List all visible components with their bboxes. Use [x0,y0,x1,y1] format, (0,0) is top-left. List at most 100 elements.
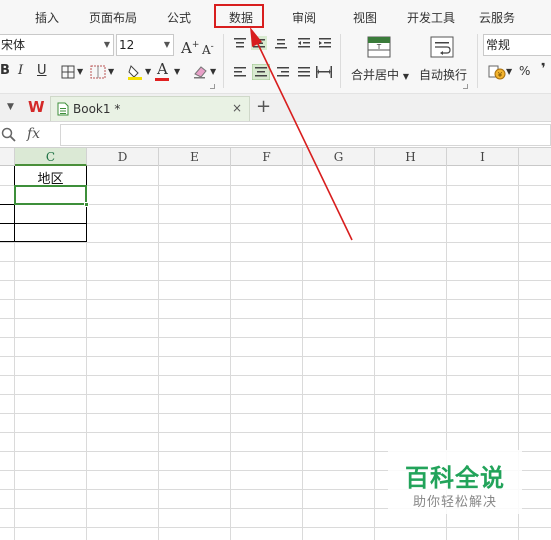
column-header-h[interactable]: H [375,148,447,166]
fill-handle[interactable] [84,202,89,207]
align-middle-icon[interactable] [251,36,267,50]
wps-logo-icon[interactable]: W [28,98,45,116]
increase-indent-icon[interactable] [318,37,332,49]
menu-bar: 插入 页面布局 公式 数据 审阅 视图 开发工具 云服务 [0,0,551,32]
document-tab-bar: ▼ W Book1 * × + [0,94,551,122]
menu-review[interactable]: 审阅 [292,9,316,26]
gridline [0,356,551,357]
column-header-f[interactable]: F [231,148,303,166]
menu-cloud-service[interactable]: 云服务 [479,9,515,26]
chevron-down-icon[interactable]: ▼ [174,64,180,80]
tab-book1-label: Book1 * [73,102,121,116]
ribbon-divider [340,34,341,88]
merge-center-button[interactable]: 合并居中 ▼ [351,66,409,83]
new-tab-button[interactable]: + [256,96,271,117]
gridline [0,337,551,338]
menu-insert[interactable]: 插入 [35,9,59,26]
wrap-text-button[interactable]: 自动换行 [419,66,467,83]
ribbon-divider [223,34,224,88]
chevron-down-icon: ▼ [103,40,110,49]
chevron-down-icon: ▼ [163,40,170,49]
menu-developer[interactable]: 开发工具 [407,9,455,26]
shrink-font-button[interactable]: A- [202,39,214,58]
chevron-down-icon[interactable]: ▼ [145,64,151,80]
fx-button[interactable]: fx [27,126,40,142]
italic-button[interactable]: I [18,63,23,79]
percent-style-button[interactable]: % [519,63,530,79]
gridline [0,527,551,528]
underline-button[interactable]: U [37,63,47,79]
font-color-button[interactable]: A [157,61,168,77]
formula-input[interactable] [60,124,551,146]
cell-border [0,223,87,224]
fill-color-icon[interactable] [127,64,143,80]
font-size-select[interactable]: 12 ▼ [116,34,174,56]
formula-bar: fx [0,122,551,148]
align-top-icon[interactable] [233,37,247,49]
column-header-g[interactable]: G [303,148,375,166]
align-right-icon[interactable] [276,66,290,78]
column-header-j[interactable] [519,148,551,166]
gridline [0,299,551,300]
watermark-title: 百科全说 [405,464,505,492]
decrease-indent-icon[interactable] [297,37,311,49]
menu-formulas[interactable]: 公式 [167,9,191,26]
justify-icon[interactable] [297,66,311,78]
chevron-down-icon[interactable]: ▼ [77,64,83,80]
tab-book1[interactable]: Book1 * × [50,96,250,121]
bold-button[interactable]: B [0,63,10,79]
font-name-value: 宋体 [1,38,26,52]
zoom-search-icon[interactable] [1,127,16,142]
svg-text:T: T [376,43,382,51]
align-left-icon[interactable] [233,66,247,78]
gridline [0,242,551,243]
gridline [0,413,551,414]
chevron-down-icon[interactable]: ▼ [506,64,512,80]
spreadsheet-file-icon [57,102,69,116]
data-menu-highlight-box [214,4,264,28]
gridline [0,318,551,319]
fill-pattern-icon[interactable] [90,65,106,79]
svg-text:¥: ¥ [498,71,503,79]
number-format-value: 常规 [486,38,511,52]
font-dialog-launcher-icon[interactable] [210,84,215,89]
ribbon-divider [477,34,478,88]
align-bottom-icon[interactable] [274,37,288,49]
watermark-subtitle: 助你轻松解决 [412,495,497,510]
close-icon[interactable]: × [232,101,242,115]
column-header-c[interactable]: C [15,148,87,166]
chevron-down-icon[interactable]: ▼ [108,64,114,80]
chevron-down-icon[interactable]: ▼ [210,64,216,80]
font-name-select[interactable]: 宋体 ▼ [0,34,114,56]
gridline [0,261,551,262]
selected-cell-c2[interactable] [14,185,87,205]
cell-border [0,241,87,242]
gridline [0,394,551,395]
watermark-logo: 百科全说 助你轻松解决 [388,450,522,514]
tab-list-dropdown-icon[interactable]: ▼ [7,102,14,112]
menu-view[interactable]: 视图 [353,9,377,26]
alignment-dialog-launcher-icon[interactable] [463,84,468,89]
gridline [0,280,551,281]
merge-center-icon[interactable]: T [367,36,391,58]
ribbon-toolbar: 宋体 ▼ 12 ▼ A+ A- T 合并居中 ▼ 自动换行 常规 B I U ▼… [0,32,551,94]
number-format-select[interactable]: 常规 [483,34,551,56]
comma-style-button[interactable]: ❜ [541,61,546,77]
grow-font-button[interactable]: A+ [181,37,199,56]
clear-format-icon[interactable] [192,64,208,80]
borders-icon[interactable] [61,65,75,79]
row-header-corner[interactable] [0,148,15,166]
distributed-align-icon[interactable] [316,66,332,78]
font-color-swatch [155,78,169,81]
font-size-value: 12 [119,38,135,52]
menu-page-layout[interactable]: 页面布局 [89,9,137,26]
align-center-icon[interactable] [252,64,270,80]
column-header-d[interactable]: D [87,148,159,166]
column-header-i[interactable]: I [447,148,519,166]
currency-format-icon[interactable]: ¥ [488,64,506,80]
gridline [0,432,551,433]
wrap-text-icon[interactable] [430,36,454,58]
column-header-row: C D E F G H I [0,148,551,166]
column-header-e[interactable]: E [159,148,231,166]
gridline [0,375,551,376]
